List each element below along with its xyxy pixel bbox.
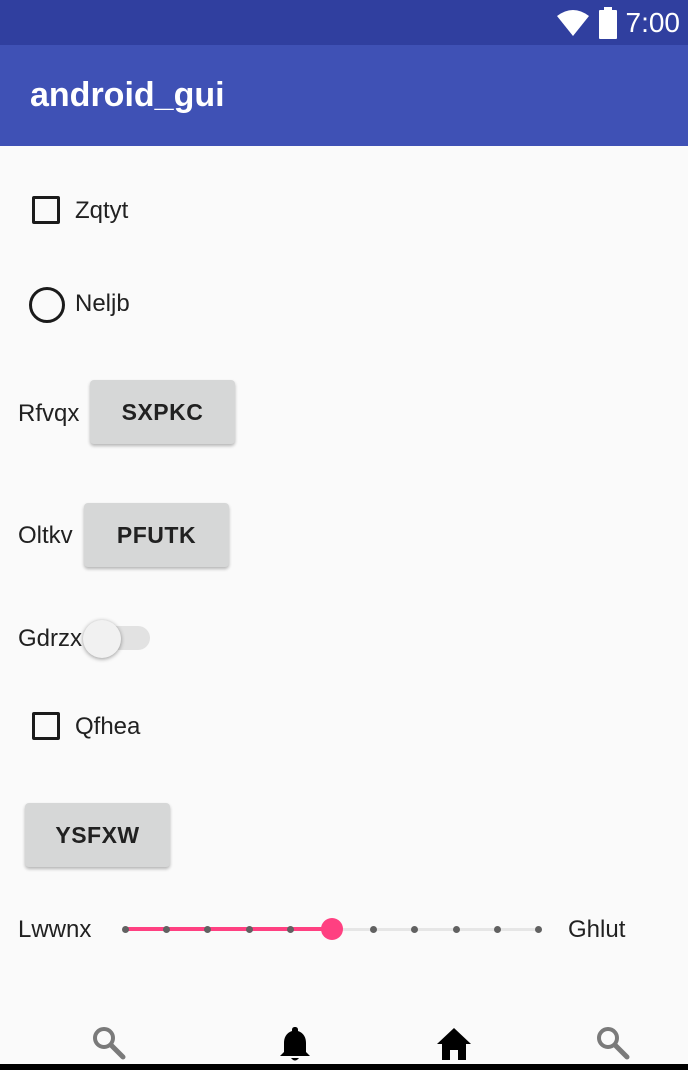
seekbar-tick — [246, 926, 253, 933]
battery-icon — [598, 6, 617, 39]
seekbar-tick — [122, 926, 129, 933]
zqtyt-checkbox-label[interactable]: Zqtyt — [75, 197, 128, 225]
ghlut-label: Ghlut — [568, 916, 626, 943]
seekbar-tick — [287, 926, 294, 933]
search-icon[interactable] — [91, 1025, 127, 1061]
seekbar-tick — [163, 926, 170, 933]
neljb-radio[interactable] — [29, 287, 65, 323]
bell-icon[interactable] — [277, 1025, 313, 1063]
seekbar-thumb[interactable] — [321, 918, 343, 940]
qfhea-checkbox[interactable] — [32, 712, 60, 740]
seekbar-tick — [494, 926, 501, 933]
neljb-radio-label[interactable]: Neljb — [75, 290, 130, 318]
status-time: 7:00 — [625, 6, 681, 38]
rfvqx-label: Rfvqx — [18, 400, 80, 427]
gdrzx-label: Gdrzx — [18, 625, 83, 652]
oltkv-label: Oltkv — [18, 522, 73, 549]
gdrzx-switch-thumb[interactable] — [83, 620, 121, 658]
seekbar-tick — [453, 926, 460, 933]
ysfxw-button[interactable]: YSFXW — [25, 803, 170, 867]
pfutk-button[interactable]: PFUTK — [84, 503, 229, 567]
app-title: android_gui — [30, 76, 225, 114]
system-nav-bar — [0, 1064, 688, 1070]
app-bar: android_gui — [0, 45, 688, 146]
seekbar-tick — [370, 926, 377, 933]
zqtyt-checkbox[interactable] — [32, 196, 60, 224]
status-icons: 7:00 — [556, 0, 681, 45]
seekbar-progress[interactable] — [125, 927, 332, 931]
search-icon[interactable] — [595, 1025, 631, 1061]
home-icon[interactable] — [435, 1025, 473, 1061]
seekbar-tick — [411, 926, 418, 933]
seekbar-tick — [204, 926, 211, 933]
qfhea-checkbox-label[interactable]: Qfhea — [75, 713, 140, 741]
status-bar: 7:00 — [0, 0, 688, 45]
lwwnx-label: Lwwnx — [18, 916, 92, 943]
seekbar-tick — [535, 926, 542, 933]
wifi-icon — [556, 9, 589, 36]
sxpkc-button[interactable]: SXPKC — [90, 380, 235, 444]
